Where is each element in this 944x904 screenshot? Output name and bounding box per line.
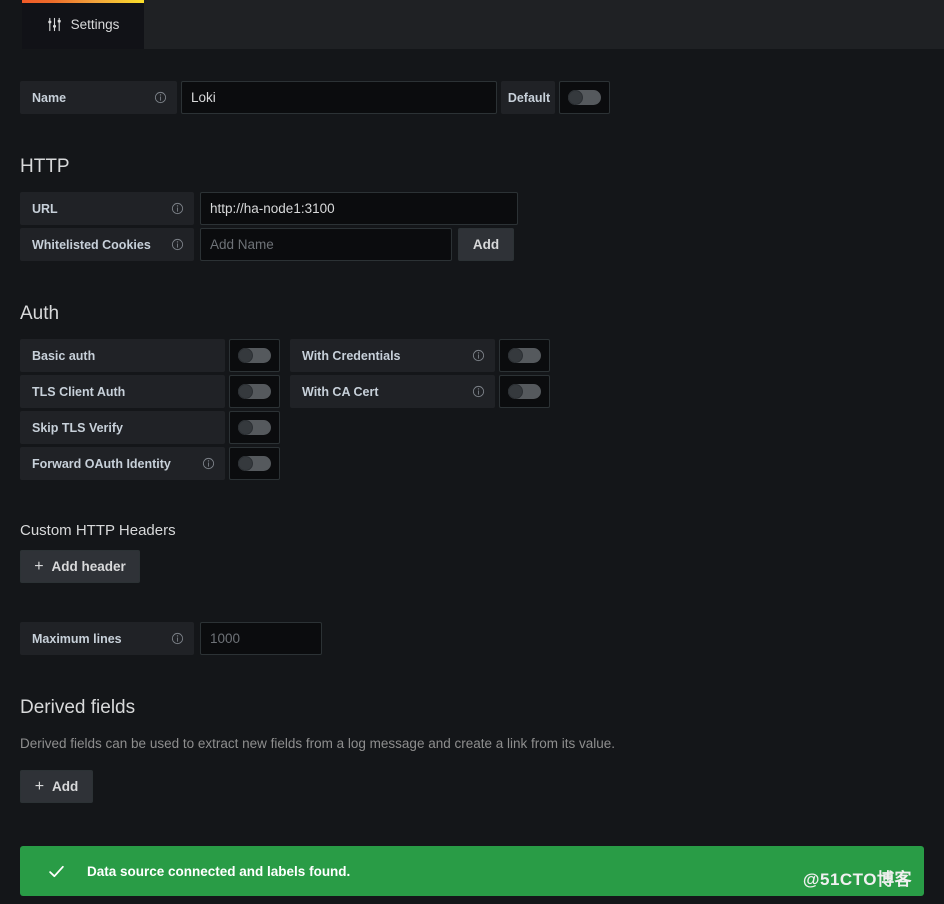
skip-tls-verify-toggle-knob (238, 420, 253, 435)
status-banner: Data source connected and labels found. … (20, 846, 924, 896)
info-circle-icon[interactable] (171, 238, 184, 251)
tls-client-auth-toggle-knob (238, 384, 253, 399)
tab-settings-label: Settings (70, 17, 120, 32)
tab-bar: Settings (0, 0, 944, 49)
url-label-cell: URL (20, 192, 194, 225)
info-circle-icon[interactable] (154, 91, 167, 104)
watermark: @51CTO博客 (802, 870, 912, 889)
with-ca-cert-label-cell: With CA Cert (290, 375, 495, 408)
default-label: Default (507, 90, 551, 105)
info-circle-icon[interactable] (472, 349, 485, 362)
whitelisted-cookies-input[interactable] (200, 228, 452, 261)
info-circle-icon[interactable] (472, 385, 485, 398)
with-credentials-label: With Credentials (302, 348, 401, 363)
basic-auth-toggle-knob (238, 348, 253, 363)
add-derived-field-button-label: Add (52, 779, 79, 794)
forward-oauth-identity-row: Forward OAuth Identity (20, 447, 280, 480)
forward-oauth-identity-toggle-knob (238, 456, 253, 471)
add-cookie-button-label: Add (472, 237, 500, 252)
derived-fields-description: Derived fields can be used to extract ne… (20, 736, 616, 751)
with-ca-cert-toggle-knob (508, 384, 523, 399)
tls-client-auth-label: TLS Client Auth (32, 384, 126, 399)
plus-icon: + (34, 557, 44, 575)
info-circle-icon[interactable] (171, 202, 184, 215)
tab-bar-left-gap (0, 0, 22, 49)
tab-settings[interactable]: Settings (22, 0, 144, 49)
default-toggle-track (568, 90, 601, 105)
tls-client-auth-label-cell: TLS Client Auth (20, 375, 225, 408)
status-banner-message: Data source connected and labels found. (87, 863, 351, 879)
maximum-lines-label-cell: Maximum lines (20, 622, 194, 655)
add-derived-field-button[interactable]: + Add (20, 770, 93, 803)
maximum-lines-input[interactable] (200, 622, 322, 655)
with-credentials-label-cell: With Credentials (290, 339, 495, 372)
derived-fields-title: Derived fields (20, 697, 136, 718)
whitelisted-cookies-row: Whitelisted Cookies Add (20, 228, 514, 261)
skip-tls-verify-toggle-track (238, 420, 271, 435)
add-cookie-button[interactable]: Add (458, 228, 514, 261)
custom-http-headers-title: Custom HTTP Headers (20, 522, 176, 539)
auth-section-title: Auth (20, 303, 60, 324)
default-label-cell: Default (501, 81, 555, 114)
whitelisted-cookies-label-cell: Whitelisted Cookies (20, 228, 194, 261)
check-icon (48, 863, 65, 880)
default-toggle-knob (568, 90, 583, 105)
basic-auth-label: Basic auth (32, 348, 96, 363)
tls-client-auth-toggle-track (238, 384, 271, 399)
add-header-button[interactable]: + Add header (20, 550, 140, 583)
url-input[interactable] (200, 192, 518, 225)
with-credentials-toggle[interactable] (499, 339, 550, 372)
tls-client-auth-row: TLS Client Auth With CA Cert (20, 375, 550, 408)
skip-tls-verify-toggle[interactable] (229, 411, 280, 444)
name-input[interactable] (181, 81, 497, 114)
name-row: Name Default (20, 81, 610, 114)
forward-oauth-identity-label-cell: Forward OAuth Identity (20, 447, 225, 480)
name-label-cell: Name (20, 81, 177, 114)
whitelisted-cookies-label: Whitelisted Cookies (32, 237, 151, 252)
basic-auth-row: Basic auth With Credentials (20, 339, 550, 372)
http-section-title: HTTP (20, 156, 70, 177)
with-credentials-toggle-track (508, 348, 541, 363)
basic-auth-toggle-track (238, 348, 271, 363)
info-circle-icon[interactable] (171, 632, 184, 645)
settings-page: Settings Name Default HTTP URL (0, 0, 944, 904)
with-ca-cert-toggle[interactable] (499, 375, 550, 408)
plus-icon: + (34, 777, 45, 795)
skip-tls-verify-label-cell: Skip TLS Verify (20, 411, 225, 444)
name-label: Name (32, 90, 67, 105)
url-row: URL (20, 192, 518, 225)
sliders-icon (47, 17, 62, 32)
info-circle-icon[interactable] (202, 457, 215, 470)
with-ca-cert-toggle-track (508, 384, 541, 399)
basic-auth-label-cell: Basic auth (20, 339, 225, 372)
default-toggle[interactable] (559, 81, 610, 114)
tls-client-auth-toggle[interactable] (229, 375, 280, 408)
add-header-button-label: Add header (51, 559, 126, 574)
tab-active-indicator (22, 0, 144, 3)
maximum-lines-row: Maximum lines (20, 622, 322, 655)
forward-oauth-identity-toggle[interactable] (229, 447, 280, 480)
forward-oauth-identity-toggle-track (238, 456, 271, 471)
url-label: URL (32, 201, 58, 216)
with-ca-cert-label: With CA Cert (302, 384, 379, 399)
with-credentials-toggle-knob (508, 348, 523, 363)
skip-tls-verify-label: Skip TLS Verify (32, 420, 124, 435)
skip-tls-verify-row: Skip TLS Verify (20, 411, 280, 444)
basic-auth-toggle[interactable] (229, 339, 280, 372)
maximum-lines-label: Maximum lines (32, 631, 122, 646)
forward-oauth-identity-label: Forward OAuth Identity (32, 456, 171, 471)
